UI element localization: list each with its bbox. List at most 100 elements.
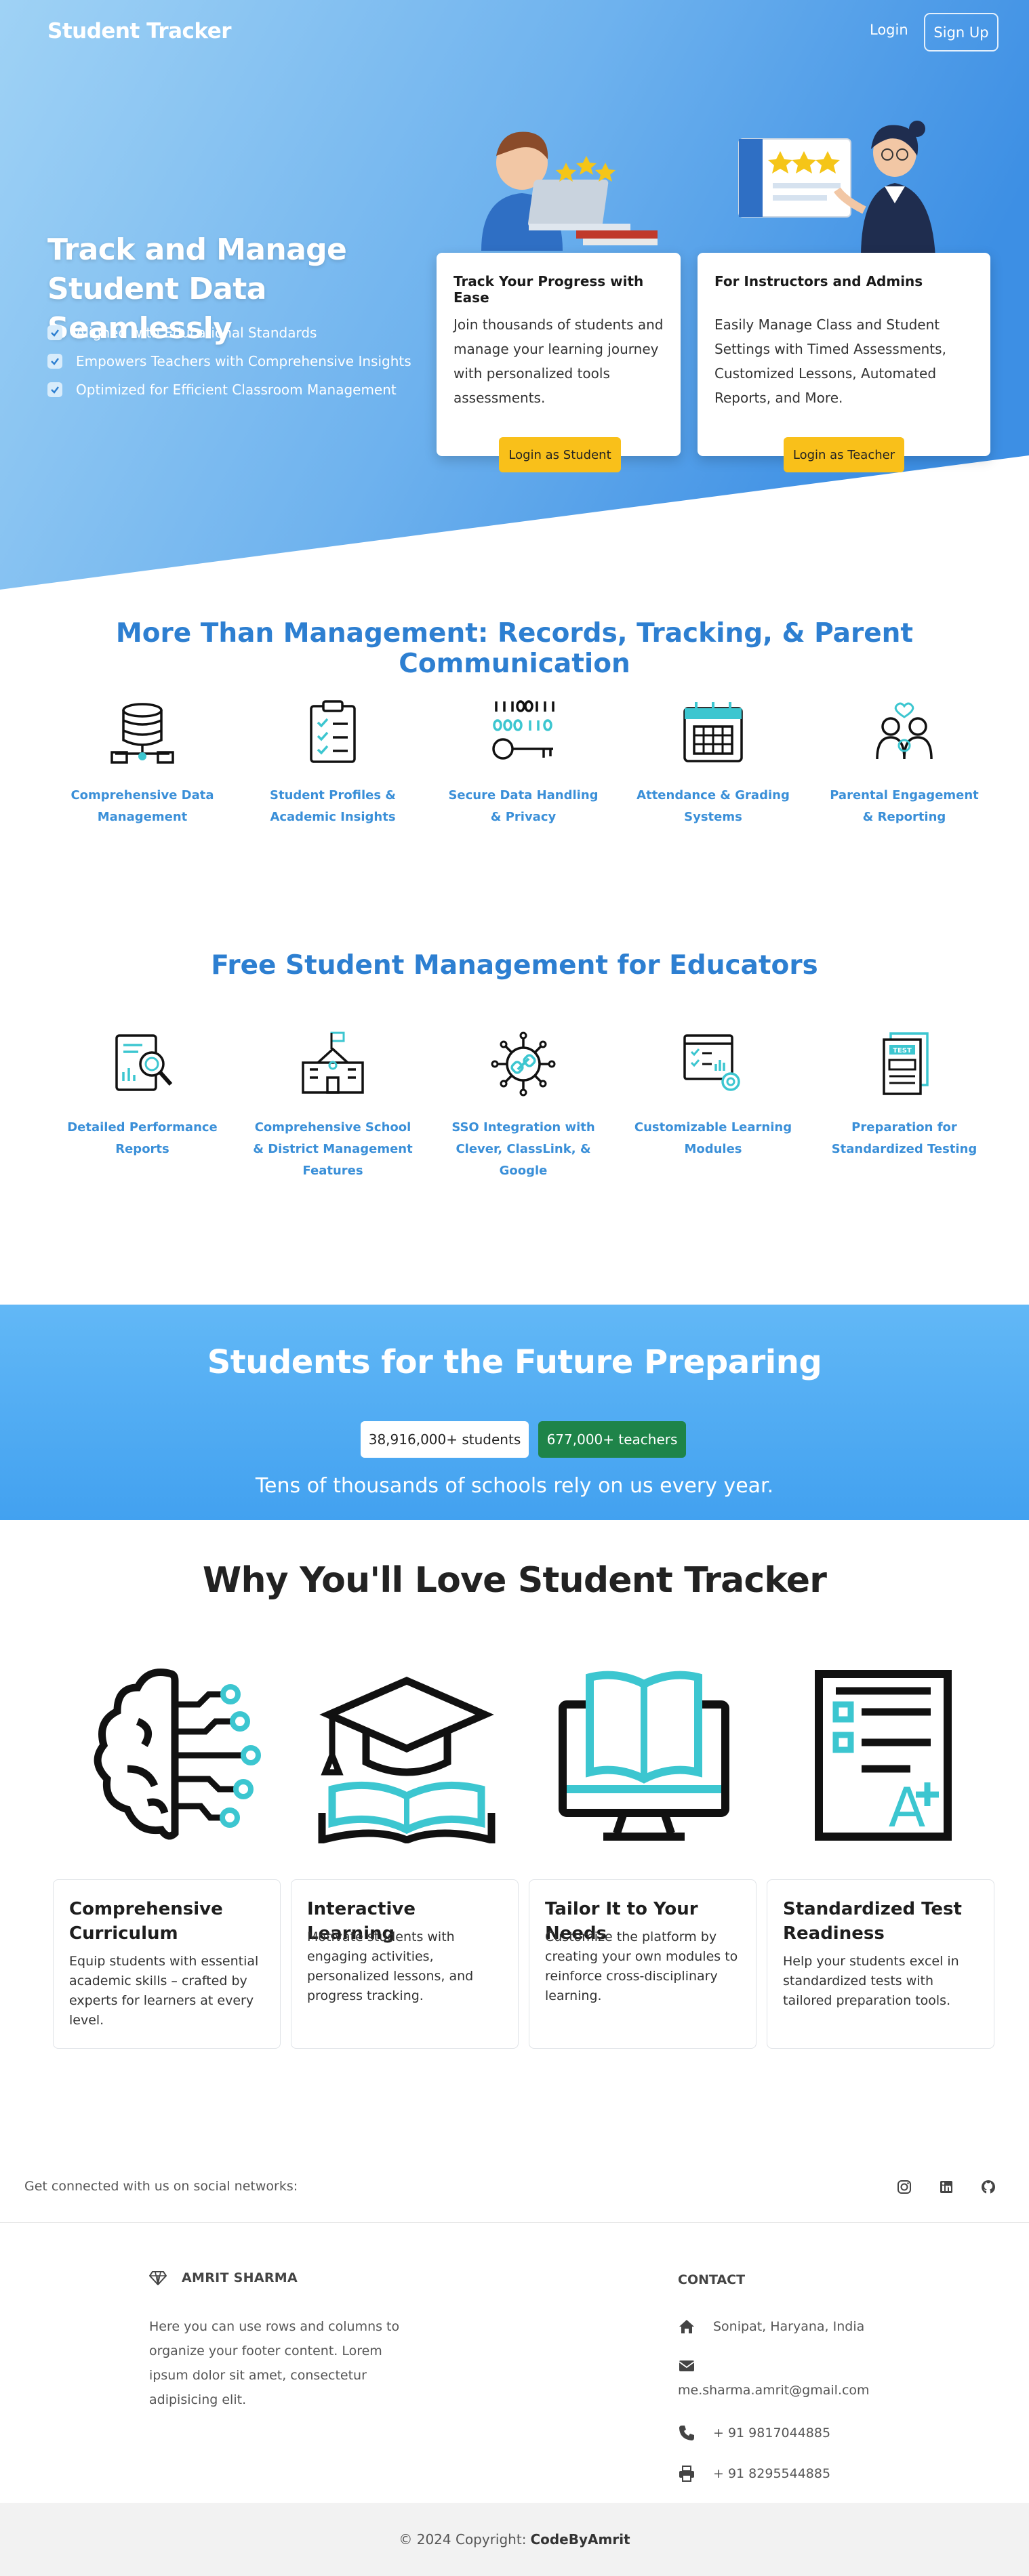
contact-fax: + 91 8295544885: [678, 2465, 830, 2482]
teacher-illustration: [738, 121, 935, 258]
feature-label: Customizable Learning Modules: [634, 1120, 792, 1156]
why-card-text: Help your students excel in standardized…: [783, 1954, 959, 2008]
email-text[interactable]: me.sharma.amrit@gmail.com: [678, 2383, 870, 2398]
feature-standardized-testing: TEST Preparation for Standardized Testin…: [823, 1030, 986, 1160]
footer-about: Here you can use rows and columns to org…: [149, 2319, 400, 2407]
login-as-student-button[interactable]: Login as Student: [499, 437, 621, 472]
teacher-card: For Instructors and Admins Easily Manage…: [698, 253, 990, 472]
why-card-test-readiness: Standardized Test Readiness Help your st…: [767, 1879, 994, 2049]
checkbox-icon: [47, 382, 62, 397]
sso-link-icon: [491, 1031, 556, 1097]
binary-key-icon: [492, 700, 554, 760]
feature-sso: SSO Integration with Clever, ClassLink, …: [442, 1030, 605, 1182]
why-card-title: Comprehensive Curriculum: [69, 1899, 223, 1944]
feature-parental: Parental Engagement & Reporting: [823, 698, 986, 828]
monitor-book-icon: [559, 1671, 729, 1841]
why-card-curriculum: Comprehensive Curriculum Equip students …: [53, 1879, 281, 2049]
hero-check-item: Aligned with Educational Standards: [47, 319, 411, 347]
calendar-icon: [683, 702, 743, 762]
student-card-text: Join thousands of students and manage yo…: [453, 316, 664, 406]
graduation-cap-book-icon: [318, 1677, 496, 1843]
address-text: Sonipat, Haryana, India: [713, 2319, 865, 2334]
parents-icon: [876, 702, 933, 760]
contact-address: Sonipat, Haryana, India: [678, 2318, 864, 2335]
feature-student-profiles: Student Profiles & Academic Insights: [251, 698, 414, 828]
students-count-badge: 38,916,000+ students: [361, 1421, 529, 1458]
why-card-text: Customize the platform by creating your …: [545, 1929, 738, 2003]
phone-text: + 91 9817044885: [713, 2426, 831, 2440]
feature-label: Secure Data Handling & Privacy: [448, 788, 599, 824]
login-link[interactable]: Login: [870, 22, 908, 38]
contact-phone: + 91 9817044885: [678, 2424, 830, 2442]
hero-check-label: Optimized for Efficient Classroom Manage…: [76, 382, 397, 398]
fax-text: + 91 8295544885: [713, 2466, 831, 2481]
student-card-title: Track Your Progress with Ease: [453, 273, 644, 306]
student-laptop-illustration: [481, 131, 658, 251]
graded-paper-icon: A: [815, 1670, 952, 1841]
brand-logo[interactable]: Student Tracker: [47, 19, 232, 43]
feature-label: SSO Integration with Clever, ClassLink, …: [451, 1120, 595, 1178]
copyright-author-link[interactable]: CodeByAmrit: [530, 2531, 630, 2548]
phone-icon: [679, 2426, 694, 2440]
feature-label: Comprehensive School & District Manageme…: [253, 1120, 413, 1178]
banner-title: Students for the Future Preparing: [207, 1343, 822, 1381]
checkbox-icon: [47, 354, 62, 369]
brain-circuit-icon: [94, 1669, 261, 1840]
svg-text:TEST: TEST: [893, 1047, 912, 1055]
footer-brand: AMRIT SHARMA: [149, 2270, 298, 2285]
hero-check-label: Empowers Teachers with Comprehensive Ins…: [76, 353, 411, 369]
gem-icon: [149, 2271, 167, 2285]
banner-subtitle: Tens of thousands of schools rely on us …: [255, 1474, 774, 1498]
copyright-bar: © 2024 Copyright: CodeByAmrit: [0, 2503, 1029, 2576]
why-card-title: Standardized Test Readiness: [783, 1899, 962, 1944]
linkedin-icon[interactable]: [937, 2178, 956, 2196]
contact-heading: CONTACT: [678, 2272, 746, 2287]
database-icon: [110, 703, 174, 764]
feature-performance-reports: Detailed Performance Reports: [61, 1030, 224, 1160]
feature-school-management: Comprehensive School & District Manageme…: [251, 1030, 414, 1182]
instagram-icon[interactable]: [895, 2178, 914, 2196]
github-icon[interactable]: [979, 2178, 998, 2196]
free-title: Free Student Management for Educators: [211, 950, 818, 981]
test-paper-icon: TEST: [883, 1032, 929, 1095]
school-building-icon: [302, 1031, 364, 1094]
feature-label: Parental Engagement & Reporting: [830, 788, 979, 824]
teacher-card-title: For Instructors and Admins: [714, 273, 923, 289]
feature-label: Detailed Performance Reports: [67, 1120, 218, 1156]
contact-email: me.sharma.amrit@gmail.com: [678, 2357, 870, 2398]
teacher-card-text: Easily Manage Class and Student Settings…: [714, 316, 946, 406]
why-card-tailor: Tailor It to Your Needs Customize the pl…: [529, 1879, 756, 2049]
social-bar: Get connected with us on social networks…: [0, 2162, 1029, 2223]
hero-check-item: Empowers Teachers with Comprehensive Ins…: [47, 347, 411, 375]
feature-secure-data: Secure Data Handling & Privacy: [442, 698, 605, 828]
feature-data-management: Comprehensive Data Management: [61, 698, 224, 828]
footer-brand-name: AMRIT SHARMA: [182, 2270, 298, 2285]
hero-checklist: Aligned with Educational Standards Empow…: [47, 319, 411, 404]
hero-section: Student Tracker Login Sign Up Track and …: [0, 0, 1029, 590]
feature-attendance: Attendance & Grading Systems: [632, 698, 794, 828]
teachers-count-badge: 677,000+ teachers: [538, 1421, 686, 1458]
login-as-teacher-button[interactable]: Login as Teacher: [784, 437, 904, 472]
checkbox-icon: [47, 325, 62, 340]
why-card-text: Motivate students with engaging activiti…: [307, 1929, 474, 2003]
stats-banner: Students for the Future Preparing 38,916…: [0, 1305, 1029, 1520]
management-title: More Than Management: Records, Tracking,…: [115, 618, 914, 679]
hero-check-item: Optimized for Efficient Classroom Manage…: [47, 375, 411, 404]
feature-learning-modules: Customizable Learning Modules: [632, 1030, 794, 1160]
clipboard-checklist-icon: [310, 700, 356, 763]
feature-label: Comprehensive Data Management: [70, 788, 214, 824]
signup-button[interactable]: Sign Up: [924, 13, 998, 52]
report-magnifier-icon: [115, 1034, 173, 1091]
feature-label: Preparation for Standardized Testing: [831, 1120, 977, 1156]
copyright-text: © 2024 Copyright:: [399, 2531, 527, 2548]
printer-icon: [679, 2466, 694, 2482]
why-card-interactive: Interactive Learning Motivate students w…: [291, 1879, 519, 2049]
student-card: Track Your Progress with Ease Join thous…: [437, 253, 681, 472]
feature-label: Attendance & Grading Systems: [637, 788, 790, 824]
settings-dashboard-icon: [683, 1034, 740, 1091]
hero-check-label: Aligned with Educational Standards: [76, 325, 317, 341]
why-title: Why You'll Love Student Tracker: [202, 1560, 827, 1601]
why-card-text: Equip students with essential academic s…: [69, 1954, 259, 2028]
social-text: Get connected with us on social networks…: [24, 2179, 298, 2194]
home-icon: [679, 2320, 694, 2333]
